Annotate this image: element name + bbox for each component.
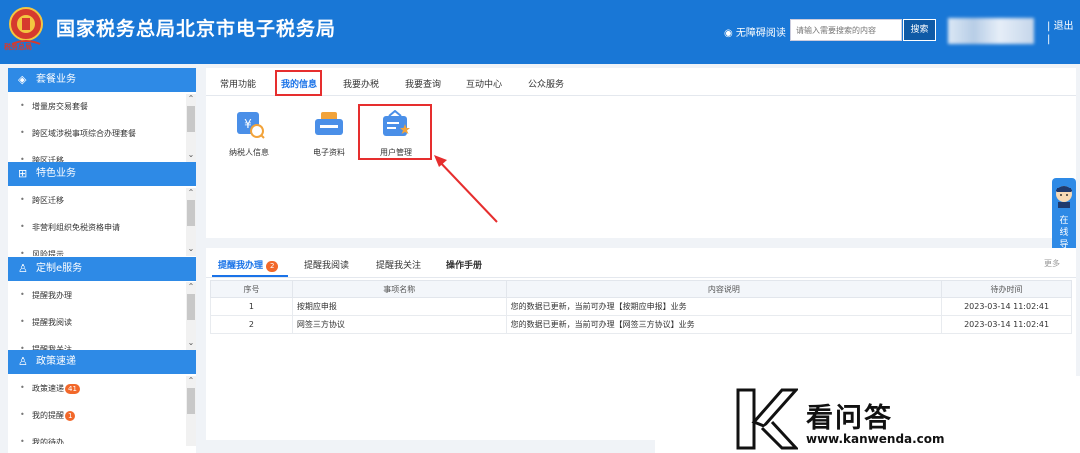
reminder-table: 序号 事项名称 内容说明 待办时间 1 按期应申报 您的数据已更新，当前可办理【… [210,280,1072,334]
app-label: 纳税人信息 [229,148,269,157]
cell-name[interactable]: 按期应申报 [291,297,507,316]
reminder-tabs: 提醒我办理 2 提醒我阅读 提醒我关注 操作手册 更多 [206,248,1076,278]
sidebar-item[interactable]: 我的提醒1 [8,410,184,421]
main-tabs: 常用功能 我的信息 我要办税 我要查询 互动中心 公众服务 [206,68,1076,96]
scrollbar-thumb[interactable] [187,200,195,226]
active-tab-underline [212,275,288,277]
chevron-down-icon[interactable]: ⌄ [186,150,196,160]
watermark-brand: 看问答 [806,403,893,434]
app-taxpayer-info[interactable]: ¥ 纳税人信息 [214,110,284,158]
sidebar-section-package[interactable]: ◈ 套餐业务 [8,68,196,92]
highlight-box-user-management [358,104,432,160]
logout-label: 退出 [1053,21,1074,32]
scrollbar-thumb[interactable] [187,106,195,132]
logout-link[interactable]: | 退出 | [1047,20,1074,46]
sidebar-item[interactable]: 跨区域涉税事项综合办理套餐 [8,128,184,139]
watermark-url: www.kanwenda.com [806,432,945,446]
sidebar-item[interactable]: 跨区迁移 [8,195,184,206]
chevron-up-icon[interactable]: ⌃ [186,188,196,198]
search-input[interactable] [790,19,902,41]
highlight-box-tab [275,70,322,96]
cell-time: 2023-03-14 11:02:41 [941,297,1072,316]
table-header-row: 序号 事项名称 内容说明 待办时间 [210,280,1072,298]
chevron-down-icon[interactable]: ⌄ [186,338,196,348]
tab-remind-follow[interactable]: 提醒我关注 [376,258,421,271]
taxpayer-info-icon: ¥ [237,112,265,139]
scrollbar[interactable]: ⌃ [186,376,196,446]
sidebar-item[interactable]: 我的待办 [8,437,184,444]
col-header: 序号 [210,280,293,298]
header-bar: 税务总局 国家税务总局北京市电子税务局 ◉ 无障碍阅读 搜索 | 退出| [0,0,1080,64]
cell-desc: 您的数据已更新，当前可办理【按期应申报】业务 [505,297,943,316]
scrollbar-thumb[interactable] [187,388,195,414]
scrollbar[interactable]: ⌃ ⌄ [186,282,196,350]
cell-no: 2 [210,315,293,334]
tab-common[interactable]: 常用功能 [220,77,256,90]
electronic-docs-icon [315,112,343,135]
table-row[interactable]: 1 按期应申报 您的数据已更新，当前可办理【按期应申报】业务 2023-03-1… [210,297,1072,316]
sidebar-section-custom[interactable]: ♙ 定制e服务 [8,257,196,281]
search-button[interactable]: 搜索 [903,19,936,41]
table-row[interactable]: 2 网签三方协议 您的数据已更新，当前可办理【网签三方协议】业务 2023-03… [210,315,1072,334]
sidebar-item[interactable]: 跨区迁移 [8,155,184,162]
tab-query[interactable]: 我要查询 [405,77,441,90]
more-link[interactable]: 更多 [1044,258,1060,269]
app-label: 电子资料 [313,148,345,157]
tab-remind-handle[interactable]: 提醒我办理 2 [218,258,279,272]
col-header: 待办时间 [941,280,1072,298]
tab-tax[interactable]: 我要办税 [343,77,379,90]
tab-label: 提醒我办理 [218,261,264,271]
scrollbar-thumb[interactable] [187,294,195,320]
item-label: 政策速递 [32,384,64,393]
item-label: 我的提醒 [32,411,64,420]
cell-no: 1 [210,297,293,316]
user-icon: ♙ [18,355,28,368]
my-info-panel: 常用功能 我的信息 我要办税 我要查询 互动中心 公众服务 ¥ 纳税人信息 电子… [206,68,1076,238]
chevron-down-icon[interactable]: ⌄ [186,244,196,254]
accessibility-link[interactable]: ◉ 无障碍阅读 [724,24,786,39]
count-badge: 2 [266,261,279,272]
cell-time: 2023-03-14 11:02:41 [941,315,1072,334]
grid-icon: ⊞ [18,167,28,180]
user-icon: ♙ [18,262,28,275]
eye-icon: ◉ [724,28,733,39]
emblem-caption: 税务总局 [4,43,32,51]
tab-manual[interactable]: 操作手册 [446,258,482,271]
sidebar-item[interactable]: 提醒我阅读 [8,317,184,328]
cell-desc: 您的数据已更新，当前可办理【网签三方协议】业务 [505,315,943,334]
tab-remind-read[interactable]: 提醒我阅读 [304,258,349,271]
section-title: 政策速递 [36,356,76,367]
sidebar: ◈ 套餐业务 增量房交易套餐 跨区域涉税事项综合办理套餐 跨区迁移 ⌃ ⌄ ⊞ … [8,68,196,453]
scrollbar[interactable]: ⌃ ⌄ [186,94,196,162]
section-title: 定制e服务 [36,263,83,274]
user-name-blurred [948,18,1034,44]
col-header: 内容说明 [505,280,943,298]
section-title: 特色业务 [36,168,76,179]
layers-icon: ◈ [18,73,27,86]
chevron-up-icon[interactable]: ⌃ [186,376,196,386]
accessibility-label: 无障碍阅读 [735,28,786,39]
section-title: 套餐业务 [36,74,76,85]
site-title: 国家税务总局北京市电子税务局 [56,18,337,40]
kanwenda-logo [736,388,798,450]
count-badge: 41 [65,384,80,394]
count-badge: 1 [65,411,76,421]
sidebar-section-special[interactable]: ⊞ 特色业务 [8,162,196,186]
sidebar-section-policy[interactable]: ♙ 政策速递 [8,350,196,374]
app-electronic-docs[interactable]: 电子资料 [294,110,364,158]
sidebar-item[interactable]: 增量房交易套餐 [8,101,184,112]
sidebar-item[interactable]: 非营利组织免税资格申请 [8,222,184,233]
cell-name[interactable]: 网签三方协议 [291,315,507,334]
sidebar-item[interactable]: 提醒我办理 [8,290,184,301]
chevron-up-icon[interactable]: ⌃ [186,282,196,292]
sidebar-item[interactable]: 政策速递41 [8,383,184,394]
col-header: 事项名称 [291,280,507,298]
assistant-avatar-icon [1056,186,1072,208]
chevron-up-icon[interactable]: ⌃ [186,94,196,104]
tab-public[interactable]: 公众服务 [528,77,564,90]
tab-interaction[interactable]: 互动中心 [466,77,502,90]
sidebar-item[interactable]: 风险提示 [8,249,184,256]
scrollbar[interactable]: ⌃ ⌄ [186,188,196,256]
